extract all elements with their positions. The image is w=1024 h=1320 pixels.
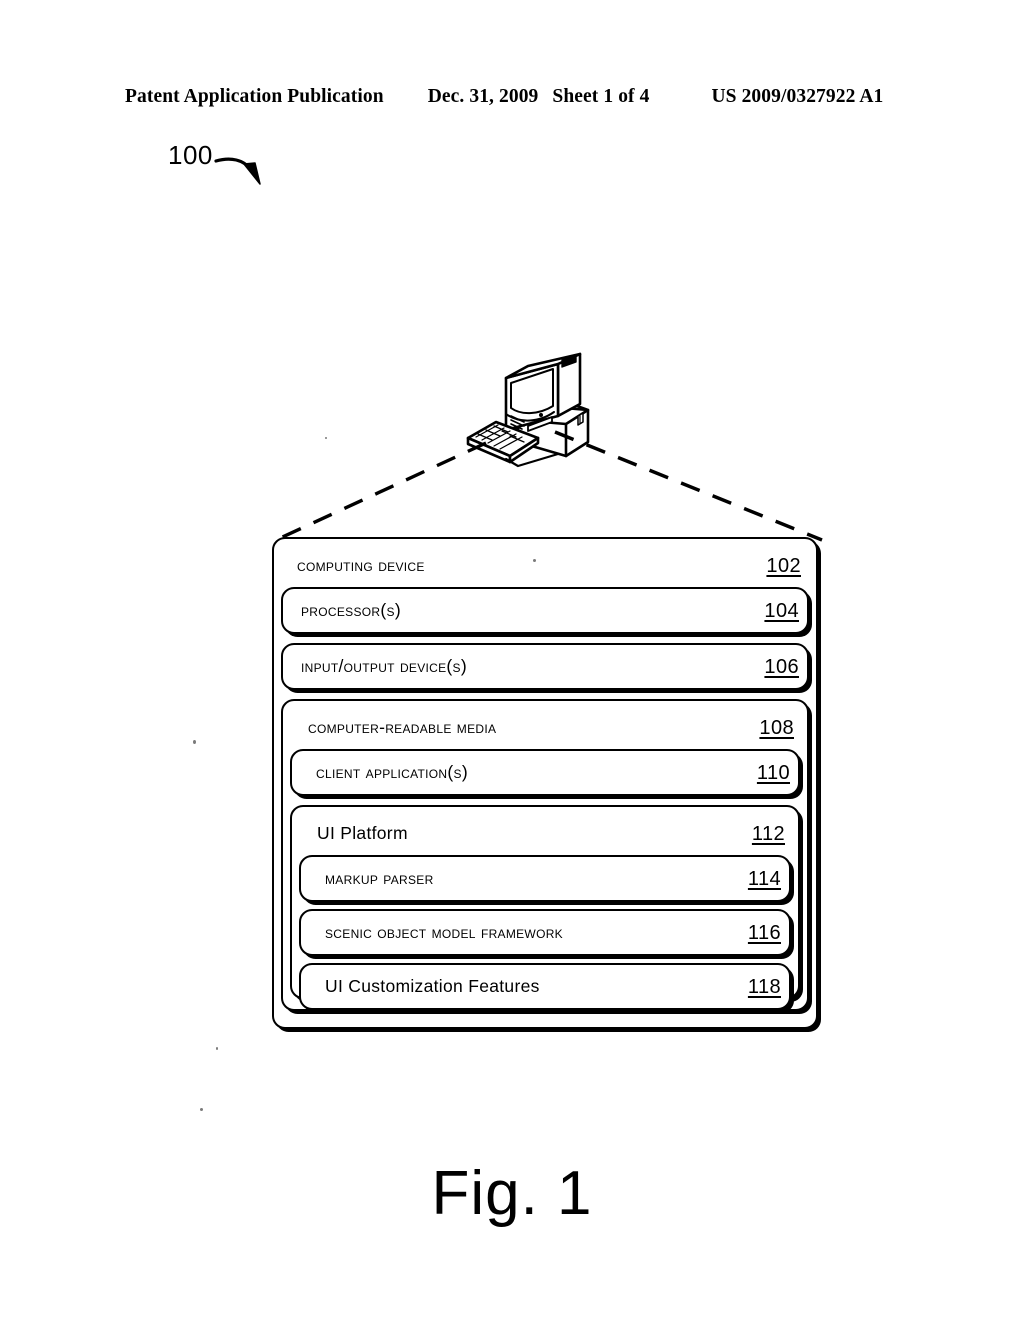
callout-connector-lines <box>270 420 830 545</box>
block-input-output-devices-ref: 106 <box>764 655 799 678</box>
scan-speck <box>193 740 196 744</box>
block-ui-customization-features-label: UI Customization Features <box>325 975 540 996</box>
block-computing-device-label: Computing Device <box>297 555 425 576</box>
block-processors[interactable]: Processor(s) 104 <box>281 587 809 634</box>
block-ui-customization-features[interactable]: UI Customization Features 118 <box>299 963 791 1010</box>
block-computer-readable-media-header: Computer-Readable Media 108 <box>290 707 800 749</box>
block-ui-platform-label: UI Platform <box>317 823 408 844</box>
block-computing-device[interactable]: Computing Device 102 Processor(s) 104 In… <box>272 537 818 1029</box>
callout-arrow-icon <box>214 157 261 185</box>
block-client-applications-ref: 110 <box>756 761 790 784</box>
block-input-output-devices[interactable]: Input/Output device(s) 106 <box>281 643 809 690</box>
block-computer-readable-media-label: Computer-Readable Media <box>308 717 497 738</box>
block-diagram: Computing Device 102 Processor(s) 104 In… <box>272 537 818 1032</box>
block-computing-device-header: Computing Device 102 <box>281 545 809 587</box>
document-number: US 2009/0327922 A1 <box>711 86 884 107</box>
block-scenic-object-model-framework[interactable]: Scenic Object Model Framework 116 <box>299 909 791 956</box>
block-client-applications-label: Client Application(s) <box>316 761 468 782</box>
figure-caption: Fig. 1 <box>431 1159 593 1228</box>
block-ui-platform[interactable]: UI Platform 112 Markup Parser 114 Scenic… <box>290 805 800 1010</box>
block-ui-platform-header: UI Platform 112 <box>299 813 791 855</box>
block-computer-readable-media-ref: 108 <box>759 717 794 739</box>
figure-callout-100: 100 <box>168 140 278 192</box>
block-markup-parser[interactable]: Markup Parser 114 <box>299 855 791 902</box>
block-scenic-object-model-framework-ref: 116 <box>747 921 781 944</box>
block-input-output-devices-label: Input/Output device(s) <box>301 655 467 676</box>
block-markup-parser-ref: 114 <box>747 867 781 890</box>
scan-speck <box>200 1108 203 1111</box>
callout-number-label: 100 <box>168 140 213 170</box>
block-computer-readable-media[interactable]: Computer-Readable Media 108 Client Appli… <box>281 699 809 1011</box>
block-scenic-object-model-framework-label: Scenic Object Model Framework <box>325 921 563 942</box>
scan-speck <box>216 1047 218 1050</box>
publication-date: Dec. 31, 2009 <box>427 86 539 107</box>
scan-speck <box>325 437 327 439</box>
block-ui-platform-ref: 112 <box>751 823 785 845</box>
block-markup-parser-label: Markup Parser <box>325 867 434 888</box>
scan-speck <box>533 559 536 562</box>
sheet-number: Sheet 1 of 4 <box>552 86 650 107</box>
block-processors-label: Processor(s) <box>301 599 401 620</box>
block-processors-ref: 104 <box>764 599 799 622</box>
page-header: Patent Application Publication Dec. 31, … <box>125 86 900 112</box>
block-computing-device-ref: 102 <box>766 555 801 577</box>
dashed-leader-lines-icon <box>275 430 823 542</box>
block-client-applications[interactable]: Client Application(s) 110 <box>290 749 800 796</box>
block-ui-customization-features-ref: 118 <box>747 975 781 998</box>
publication-label: Patent Application Publication <box>125 86 384 107</box>
